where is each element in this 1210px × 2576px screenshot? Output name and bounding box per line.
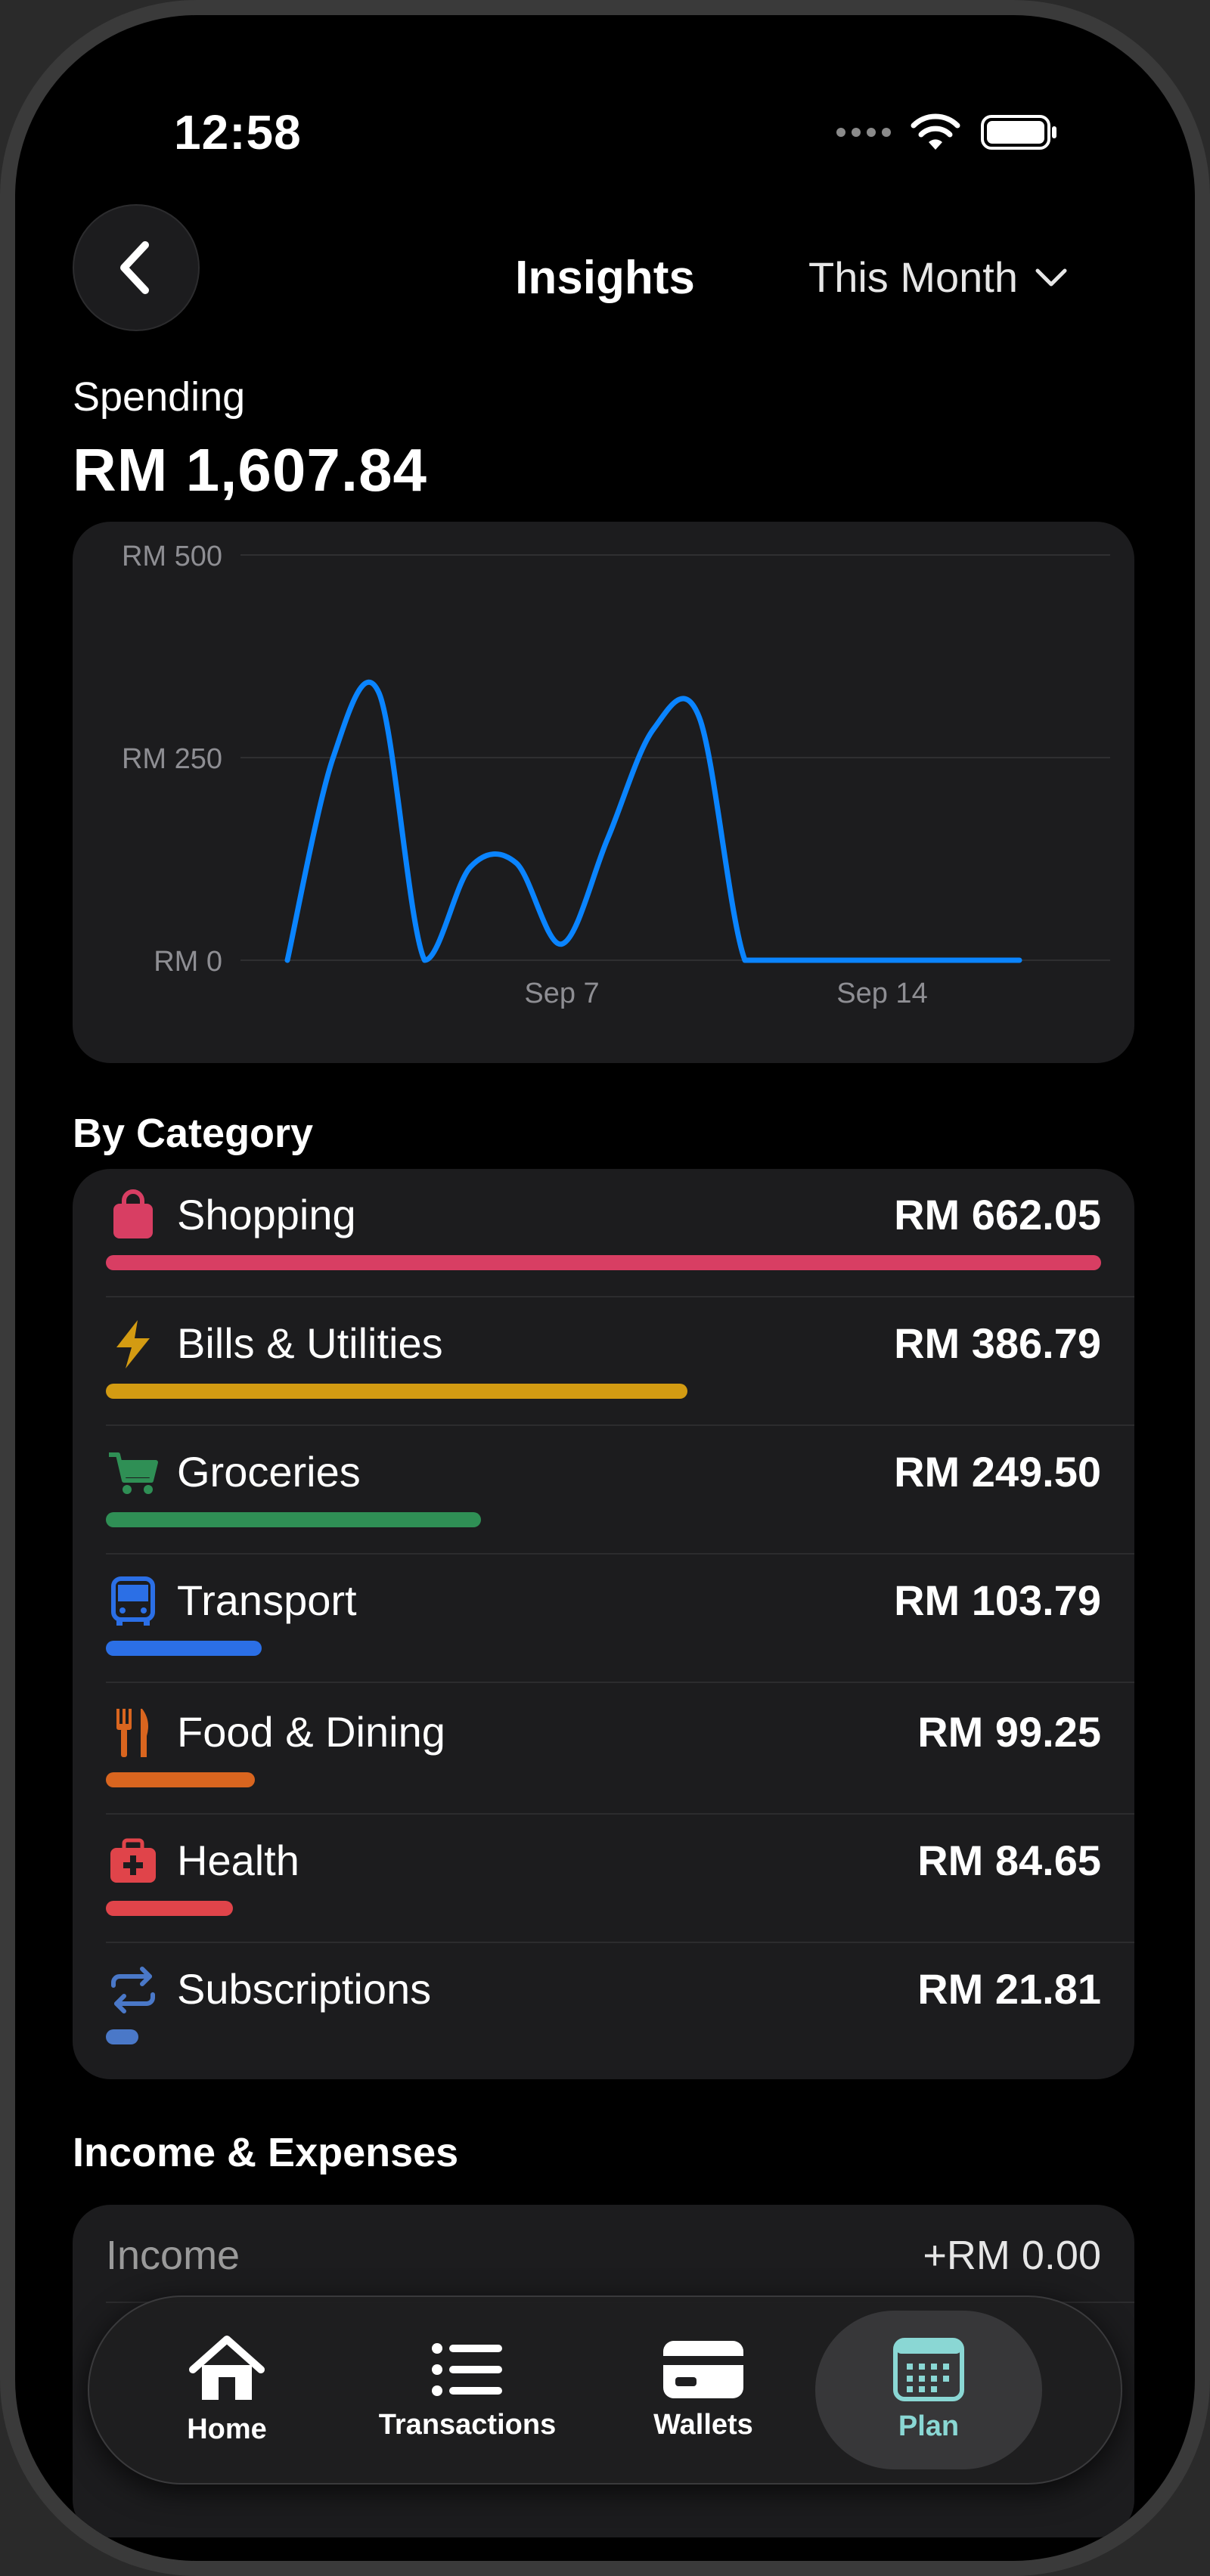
category-amount: RM 99.25	[917, 1708, 1101, 1756]
signal-icon	[836, 128, 891, 137]
category-bar-track	[106, 1901, 1101, 1916]
x-tick-label: Sep 14	[836, 978, 927, 1009]
spending-amount: RM 1,607.84	[73, 436, 428, 504]
category-name: Health	[177, 1837, 299, 1884]
spending-label: Spending	[73, 374, 246, 420]
category-amount: RM 84.65	[917, 1837, 1101, 1884]
category-bar	[106, 1772, 255, 1787]
bus-icon	[106, 1574, 160, 1629]
category-name: Food & Dining	[177, 1708, 445, 1756]
category-bar	[106, 2029, 138, 2044]
category-amount: RM 662.05	[894, 1191, 1101, 1238]
category-row[interactable]: Subscriptions RM 21.81	[73, 1943, 1134, 2072]
battery-icon	[981, 115, 1056, 150]
tab-transactions[interactable]: Transactions	[354, 2297, 581, 2483]
calendar-icon	[893, 2337, 964, 2401]
medical-kit-icon	[106, 1834, 160, 1889]
y-tick-label: RM 250	[122, 743, 222, 775]
category-bar	[106, 1384, 687, 1399]
spending-chart: RM 0 RM 250 RM 500 Sep 7 Sep 14	[73, 522, 1134, 1063]
fork-knife-icon	[106, 1706, 160, 1760]
category-name: Shopping	[177, 1191, 356, 1238]
list-icon	[432, 2342, 502, 2396]
wallet-icon	[663, 2340, 743, 2398]
by-category-title: By Category	[73, 1111, 314, 1156]
status-icons	[836, 113, 1059, 151]
category-bar-track	[106, 1772, 1101, 1787]
period-dropdown[interactable]: This Month	[808, 253, 1068, 302]
tab-label: Wallets	[653, 2408, 753, 2441]
category-amount: RM 21.81	[917, 1965, 1101, 2013]
income-label: Income	[106, 2233, 240, 2278]
status-time: 12:58	[174, 105, 302, 160]
screen: 12:58 Insights This Month Spending RM 1,…	[15, 15, 1195, 2561]
category-bar-track	[106, 1255, 1101, 1270]
wifi-icon	[911, 113, 960, 150]
category-amount: RM 103.79	[894, 1576, 1101, 1624]
cart-icon	[106, 1446, 160, 1500]
tab-bar: Home Transactions Wallets Plan	[88, 2295, 1122, 2485]
category-bar	[106, 1512, 481, 1527]
category-bar-track	[106, 2029, 1101, 2044]
shopping-bag-icon	[106, 1189, 160, 1243]
tab-wallets[interactable]: Wallets	[590, 2297, 817, 2483]
category-bar-track	[106, 1512, 1101, 1527]
category-amount: RM 386.79	[894, 1319, 1101, 1367]
spending-line-chart: RM 0 RM 250 RM 500 Sep 7 Sep 14	[122, 541, 1110, 1009]
tab-plan[interactable]: Plan	[815, 2311, 1042, 2469]
divider	[106, 1682, 1134, 1683]
tab-home[interactable]: Home	[113, 2297, 340, 2483]
lightning-icon	[106, 1317, 160, 1372]
income-value: +RM 0.00	[923, 2233, 1101, 2278]
y-tick-label: RM 500	[122, 541, 222, 572]
category-bar-track	[106, 1641, 1101, 1656]
category-name: Transport	[177, 1576, 357, 1624]
tab-label: Home	[187, 2413, 267, 2445]
category-bar	[106, 1255, 1101, 1270]
category-row[interactable]: Food & Dining RM 99.25	[73, 1686, 1134, 1815]
category-row[interactable]: Transport RM 103.79	[73, 1555, 1134, 1683]
tab-label: Transactions	[378, 2408, 557, 2441]
home-icon	[189, 2335, 265, 2400]
category-row[interactable]: Shopping RM 662.05	[73, 1169, 1134, 1297]
chevron-down-icon	[1035, 268, 1067, 286]
category-amount: RM 249.50	[894, 1448, 1101, 1496]
income-expenses-title: Income & Expenses	[73, 2130, 459, 2175]
category-bar-track	[106, 1384, 1101, 1399]
phone-frame: 12:58 Insights This Month Spending RM 1,…	[0, 0, 1210, 2576]
period-label: This Month	[808, 253, 1018, 301]
category-name: Subscriptions	[177, 1965, 432, 2013]
x-tick-label: Sep 7	[524, 978, 599, 1009]
category-name: Bills & Utilities	[177, 1319, 443, 1367]
y-tick-label: RM 0	[154, 946, 222, 978]
category-list: Shopping RM 662.05 Bills & Utilities RM 386…	[73, 1169, 1134, 2079]
category-row[interactable]: Bills & Utilities RM 386.79	[73, 1297, 1134, 1426]
spending-series-line	[284, 679, 1022, 963]
category-bar	[106, 1641, 262, 1656]
tab-label: Plan	[898, 2410, 960, 2442]
category-name: Groceries	[177, 1448, 361, 1496]
category-row[interactable]: Health RM 84.65	[73, 1815, 1134, 1943]
category-row[interactable]: Groceries RM 249.50	[73, 1426, 1134, 1555]
repeat-icon	[106, 1963, 160, 2017]
category-bar	[106, 1901, 233, 1916]
